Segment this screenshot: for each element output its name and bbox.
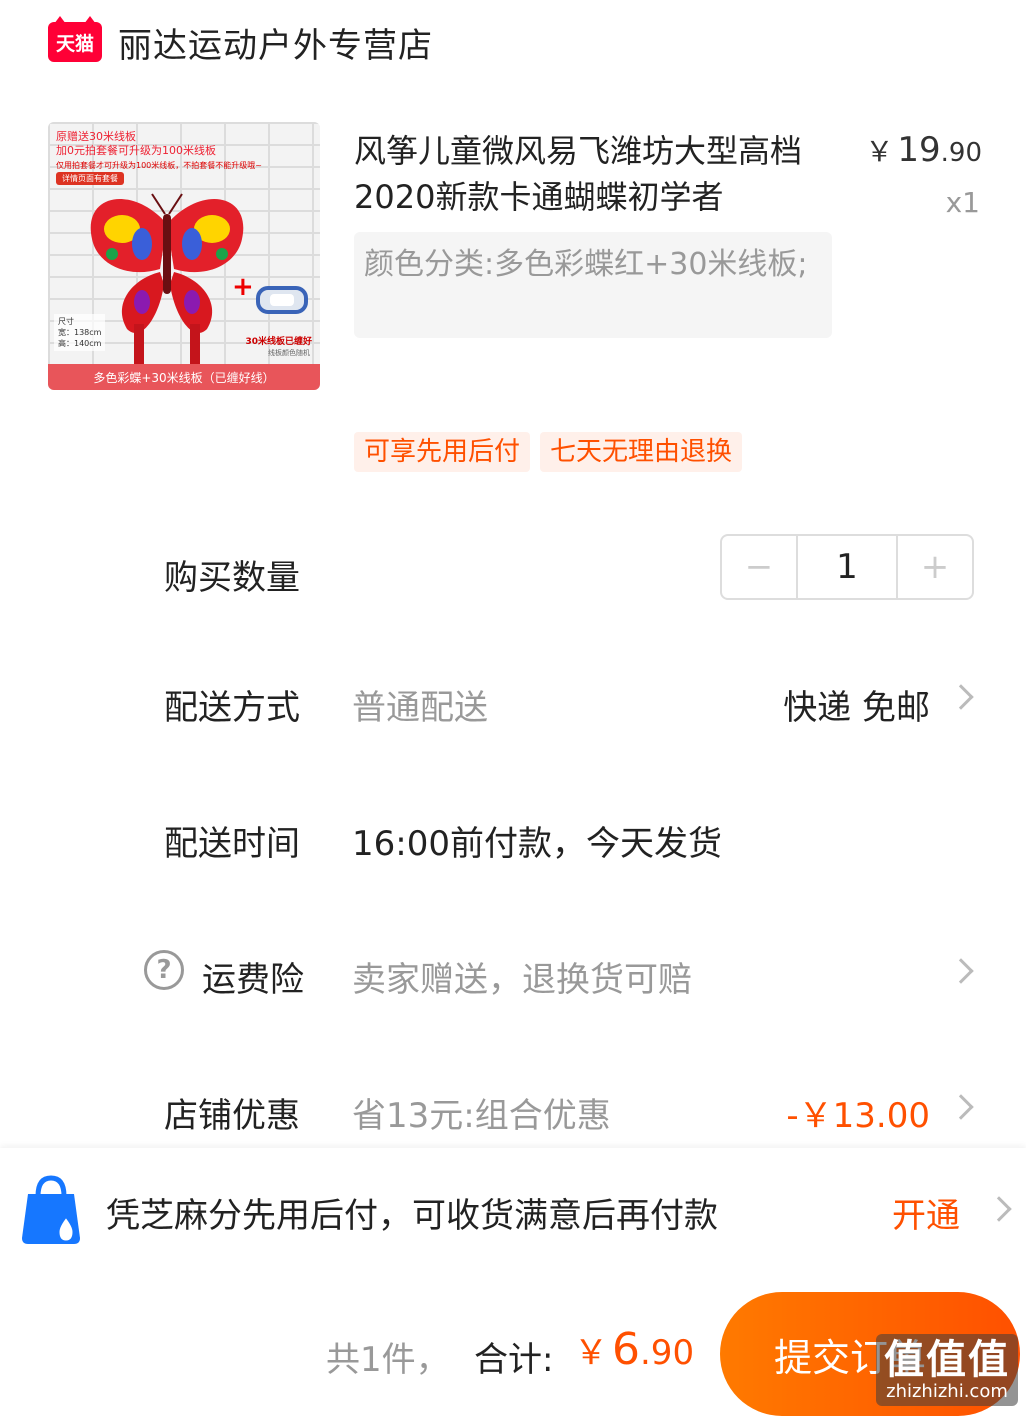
order-card: 天猫 丽达运动户外专营店 原赠送30米线板 加0元拍套餐可升级为100米线板 仅…: [0, 0, 1026, 1148]
image-promo-text: 原赠送30米线板 加0元拍套餐可升级为100米线板: [56, 130, 216, 158]
quantity-label: 购买数量: [164, 558, 300, 598]
image-bottom-caption: 多色彩蝶+30米线板（已缠好线）: [48, 364, 320, 390]
line-spool-illustration: [256, 286, 308, 314]
chevron-right-icon[interactable]: [948, 958, 974, 984]
tag-seven-day-return: 七天无理由退换: [540, 432, 743, 472]
spool-subcaption: 线板颜色随机: [268, 349, 310, 357]
checkout-bar: 共1件， 合计: ￥6.90 提交订单 值值值 zhizhizhi.com: [0, 1272, 1026, 1422]
zhima-text: 凭芝麻分先用后付，可收货满意后再付款: [106, 1196, 718, 1236]
image-promo-small: 仅用拍套餐才可升级为100米线板，不拍套餐不能升级哦~: [56, 161, 262, 170]
quantity-input[interactable]: 1: [796, 536, 898, 598]
total-price: ￥6.90: [574, 1324, 694, 1375]
quantity-stepper: − 1 +: [720, 534, 974, 600]
price-integer: 19: [897, 130, 941, 170]
image-size-info: 尺寸 宽：138cm 高：140cm: [54, 314, 106, 351]
tmall-logo-text: 天猫: [55, 32, 94, 55]
insurance-label: 运费险: [202, 960, 304, 1000]
chevron-right-icon[interactable]: [986, 1196, 1012, 1222]
delivery-time-value: 16:00前付款，今天发货: [352, 824, 722, 864]
shipping-label: 配送方式: [164, 688, 300, 728]
insurance-value: 卖家赠送，退换货可赔: [352, 960, 692, 1000]
shopping-bag-icon: [22, 1175, 80, 1244]
price-decimal: .90: [940, 138, 982, 168]
service-tags: 可享先用后付 七天无理由退换: [354, 432, 743, 472]
price-currency: ￥: [865, 135, 894, 168]
chevron-right-icon[interactable]: [948, 684, 974, 710]
store-name[interactable]: 丽达运动户外专营店: [118, 18, 433, 67]
quantity-plus-button[interactable]: +: [898, 536, 972, 598]
size-title: 尺寸: [58, 317, 74, 326]
tag-pay-later: 可享先用后付: [354, 432, 531, 472]
size-width: 宽：138cm: [58, 328, 102, 337]
sku-selection[interactable]: 颜色分类:多色彩蝶红+30米线板;: [354, 232, 832, 338]
watermark-text: 值值值: [884, 1337, 1010, 1383]
tmall-logo: 天猫: [48, 16, 102, 62]
total-decimal: .90: [640, 1333, 695, 1373]
shipping-method: 普通配送: [352, 688, 488, 728]
item-count: 共1件，: [326, 1340, 450, 1380]
shipping-option: 快递 免邮: [783, 688, 930, 728]
quantity-minus-button[interactable]: −: [722, 536, 796, 598]
image-promo-line2: 加0元拍套餐可升级为100米线板: [56, 144, 216, 157]
product-price: ￥ 19.90: [865, 130, 982, 170]
product-title[interactable]: 风筝儿童微风易飞潍坊大型高档2020新款卡通蝴蝶初学者: [354, 128, 834, 220]
plus-sign: +: [232, 272, 254, 302]
product-quantity: x1: [945, 186, 980, 219]
zhima-pay-later-bar[interactable]: 凭芝麻分先用后付，可收货满意后再付款 开通: [0, 1148, 1026, 1272]
store-discount-label: 店铺优惠: [164, 1096, 300, 1136]
product-image[interactable]: 原赠送30米线板 加0元拍套餐可升级为100米线板 仅用拍套餐才可升级为100米…: [48, 122, 320, 390]
help-icon[interactable]: ?: [144, 950, 184, 990]
size-height: 高：140cm: [58, 339, 102, 348]
store-header[interactable]: 天猫 丽达运动户外专营店: [48, 16, 433, 67]
spool-caption: 30米线板已缠好: [245, 337, 312, 347]
zhima-open-button[interactable]: 开通: [892, 1188, 960, 1237]
total-label: 合计:: [474, 1340, 554, 1380]
delivery-time-label: 配送时间: [164, 824, 300, 864]
total-currency: ￥: [574, 1333, 608, 1373]
watermark-domain: zhizhizhi.com: [886, 1381, 1008, 1402]
chevron-right-icon[interactable]: [948, 1094, 974, 1120]
store-discount-value: 省13元:组合优惠: [352, 1096, 611, 1136]
watermark-logo: 值值值 zhizhizhi.com: [876, 1334, 1018, 1406]
store-discount-amount: -￥13.00: [786, 1096, 930, 1136]
image-promo-line1: 原赠送30米线板: [56, 130, 136, 143]
total-integer: 6: [612, 1324, 640, 1375]
